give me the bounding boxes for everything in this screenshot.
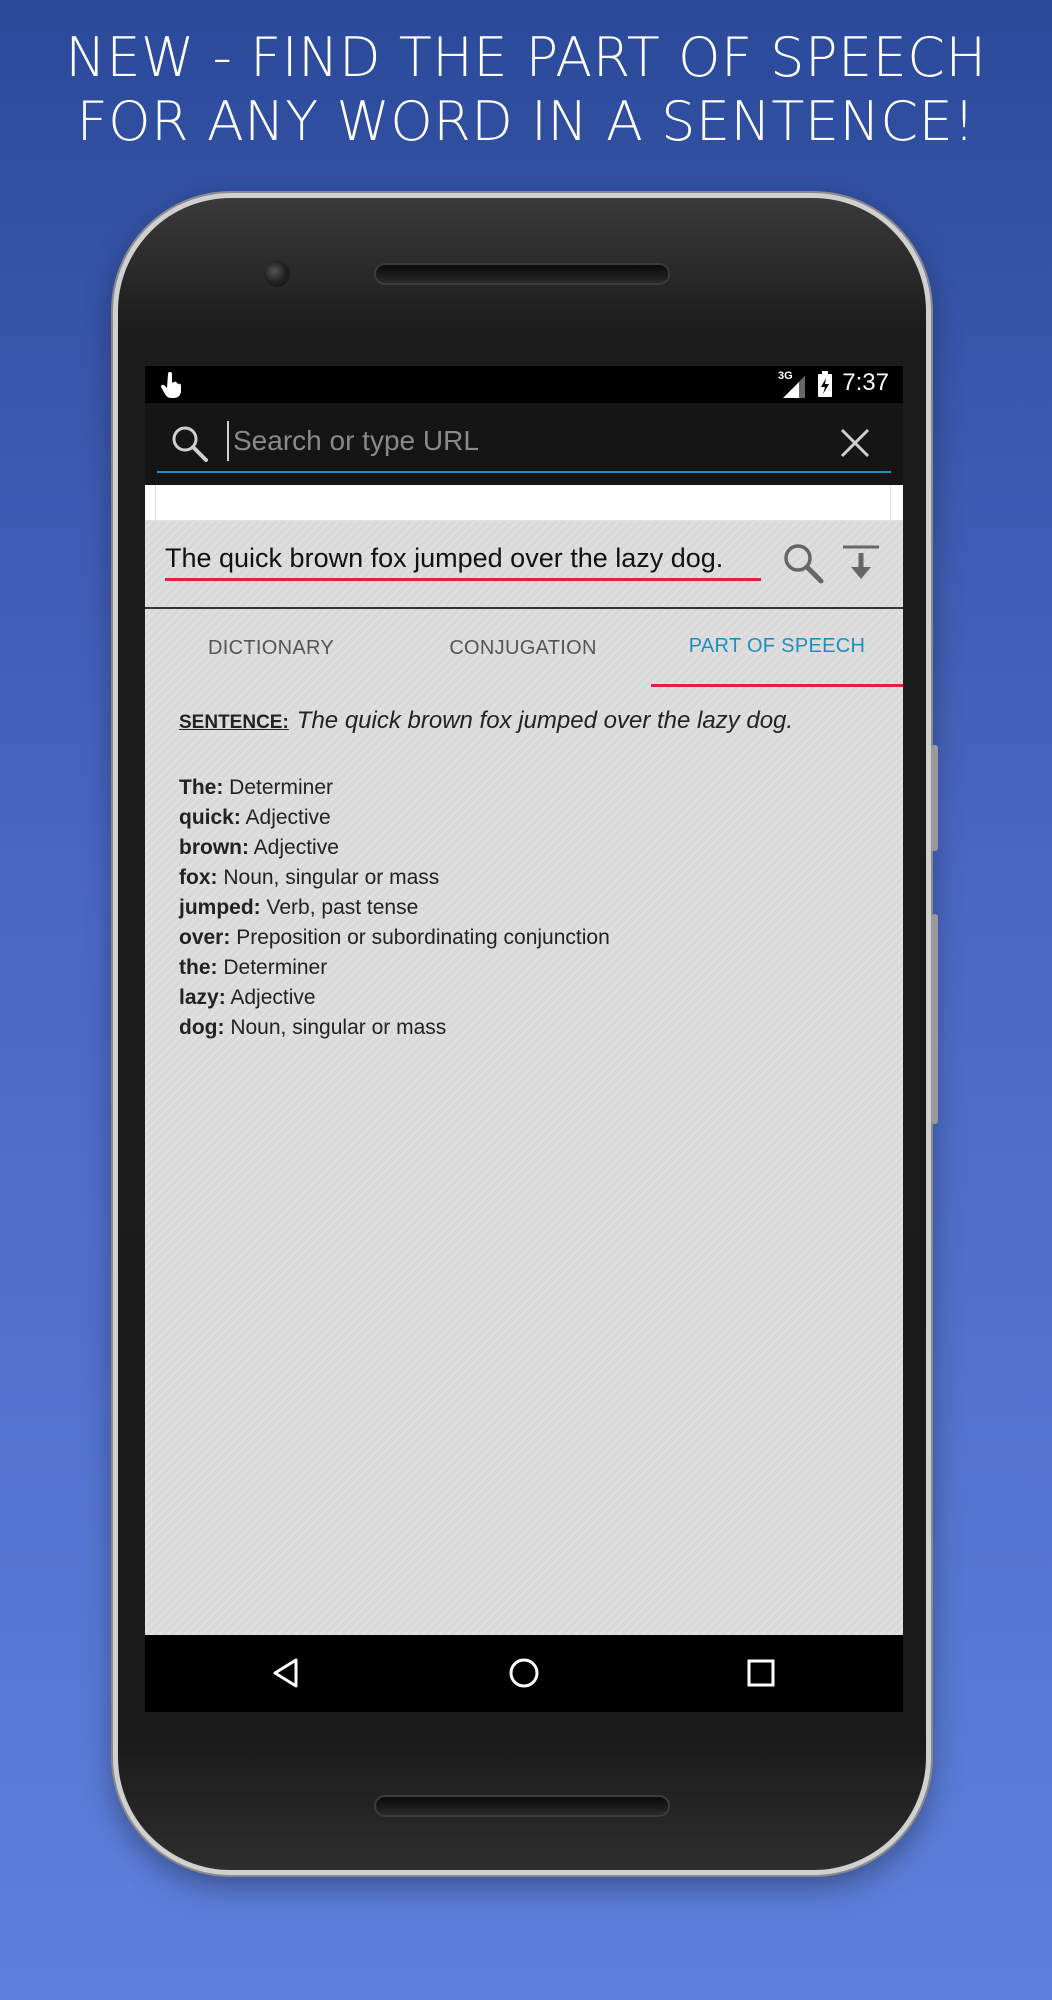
pos-tag: Adjective xyxy=(230,986,316,1009)
pos-tag: Adjective xyxy=(245,806,331,829)
pos-tag: Determiner xyxy=(229,776,334,799)
phone-screen: 3G 7:37 Search or type URL The quick bro… xyxy=(145,366,903,1712)
tab-conjugation[interactable]: CONJUGATION xyxy=(397,609,649,687)
status-bar: 3G 7:37 xyxy=(145,366,903,403)
part-of-speech-results: SENTENCE: The quick brown fox jumped ove… xyxy=(179,707,879,1043)
sentence-summary: SENTENCE: The quick brown fox jumped ove… xyxy=(179,707,879,735)
pos-word: the: xyxy=(179,956,218,979)
collapse-down-icon[interactable] xyxy=(839,541,883,585)
pos-word: dog: xyxy=(179,1016,225,1039)
signal-icon xyxy=(783,376,805,398)
list-item: the: Determiner xyxy=(179,953,879,983)
pos-tag: Adjective xyxy=(253,836,339,859)
list-item: dog: Noun, singular or mass xyxy=(179,1013,879,1043)
power-button xyxy=(931,745,938,851)
magnifier-icon[interactable] xyxy=(781,541,825,585)
search-bar xyxy=(145,403,903,485)
search-input[interactable] xyxy=(227,421,827,461)
sentence-input[interactable] xyxy=(165,539,761,581)
pos-word: The: xyxy=(179,776,224,799)
pos-word: quick: xyxy=(179,806,241,829)
pos-word: over: xyxy=(179,926,231,949)
pos-tag: Determiner xyxy=(223,956,328,979)
tab-bar: DICTIONARY CONJUGATION PART OF SPEECH xyxy=(145,609,903,687)
list-item: lazy: Adjective xyxy=(179,983,879,1013)
pos-word: fox: xyxy=(179,866,218,889)
pos-tag: Preposition or subordinating conjunction xyxy=(236,926,610,949)
promo-headline: NEW - FIND THE PART OF SPEECH FOR ANY WO… xyxy=(0,26,1052,154)
front-camera xyxy=(262,259,292,289)
pos-word: jumped: xyxy=(179,896,261,919)
volume-button xyxy=(931,914,938,1124)
pos-tag: Noun, singular or mass xyxy=(230,1016,447,1039)
battery-icon xyxy=(818,371,832,397)
close-icon[interactable] xyxy=(839,427,871,459)
list-item: fox: Noun, singular or mass xyxy=(179,863,879,893)
home-icon[interactable] xyxy=(506,1655,542,1691)
pos-tag: Noun, singular or mass xyxy=(223,866,440,889)
recents-icon[interactable] xyxy=(743,1655,779,1691)
list-item: The: Determiner xyxy=(179,773,879,803)
pos-tag: Verb, past tense xyxy=(266,896,419,919)
search-icon[interactable] xyxy=(171,425,209,463)
list-item: quick: Adjective xyxy=(179,803,879,833)
search-field-container xyxy=(157,411,891,473)
sentence-row xyxy=(145,521,903,609)
content-area: DICTIONARY CONJUGATION PART OF SPEECH SE… xyxy=(145,485,903,1635)
sentence-text: The quick brown fox jumped over the lazy… xyxy=(296,707,794,734)
top-speaker xyxy=(374,263,670,285)
touch-icon xyxy=(160,372,181,398)
pos-word: lazy: xyxy=(179,986,226,1009)
webview-strip xyxy=(145,485,903,521)
pos-list: The: Determiner quick: Adjective brown: … xyxy=(179,773,879,1043)
list-item: over: Preposition or subordinating conju… xyxy=(179,923,879,953)
tab-part-of-speech[interactable]: PART OF SPEECH xyxy=(651,609,903,687)
navigation-bar xyxy=(145,1635,903,1712)
sentence-label: SENTENCE: xyxy=(179,712,289,733)
bottom-speaker xyxy=(374,1795,670,1817)
headline-line-2: FOR ANY WORD IN A SENTENCE! xyxy=(76,90,976,153)
list-item: jumped: Verb, past tense xyxy=(179,893,879,923)
tab-dictionary[interactable]: DICTIONARY xyxy=(145,609,397,687)
pos-word: brown: xyxy=(179,836,249,859)
status-time: 7:37 xyxy=(842,369,889,396)
list-item: brown: Adjective xyxy=(179,833,879,863)
headline-line-1: NEW - FIND THE PART OF SPEECH xyxy=(65,26,987,89)
back-icon[interactable] xyxy=(269,1655,305,1691)
